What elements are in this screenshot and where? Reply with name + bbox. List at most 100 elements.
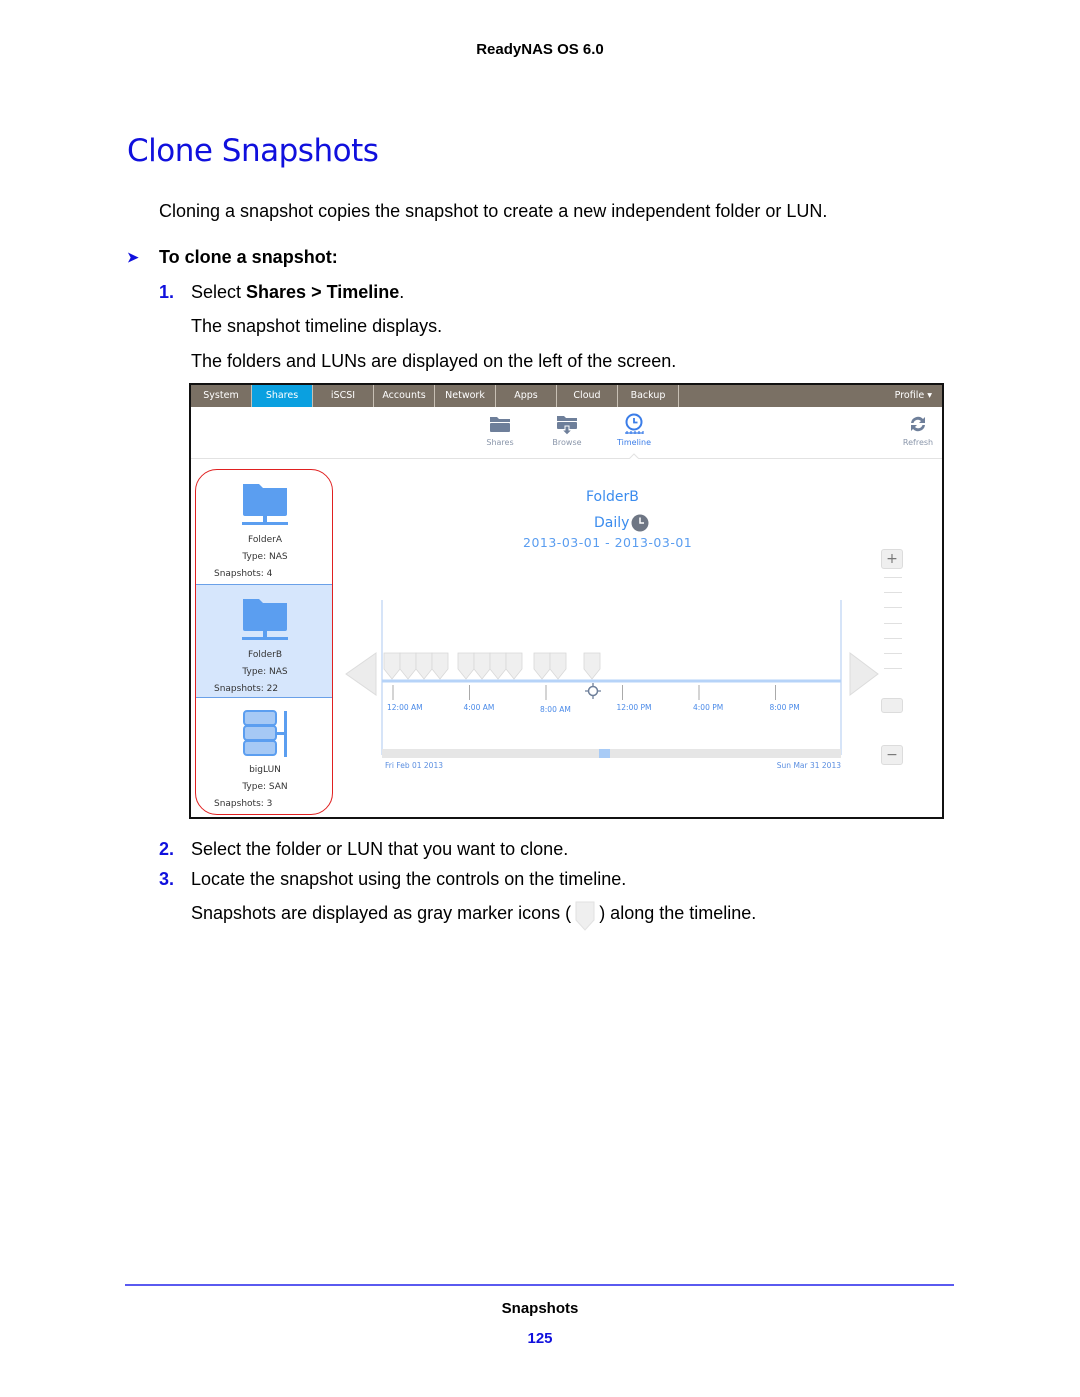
subnav-label: Browse: [552, 438, 582, 447]
volume-item-biglun[interactable]: bigLUN Type: SAN Snapshots: 3: [196, 700, 332, 814]
procedure-heading: ➤ To clone a snapshot:: [127, 247, 338, 268]
refresh-label: Refresh: [902, 438, 934, 447]
top-nav-bar: System Shares iSCSI Accounts Network App…: [191, 385, 942, 407]
snapshot-marker[interactable]: [431, 652, 449, 680]
snapshot-marker[interactable]: [383, 652, 401, 680]
snapshot-marker[interactable]: [505, 652, 523, 680]
time-tick-label: 8:00 AM: [540, 705, 571, 714]
snapshot-marker[interactable]: [549, 652, 567, 680]
timeline-prev-arrow[interactable]: [345, 652, 377, 696]
volume-name: FolderB: [248, 650, 282, 660]
timeline-screenshot: System Shares iSCSI Accounts Network App…: [189, 383, 944, 819]
step-number: 3.: [159, 869, 175, 889]
footer-rule: [125, 1284, 954, 1286]
folder-network-icon: [242, 484, 288, 525]
page-number: 125: [527, 1330, 553, 1347]
snapshot-marker[interactable]: [457, 652, 475, 680]
subnav-label: Shares: [486, 438, 514, 447]
volume-snapshot-count: Snapshots: 3: [214, 799, 273, 809]
snapshot-marker[interactable]: [415, 652, 433, 680]
volume-name: FolderA: [248, 535, 282, 545]
overview-start-date: Fri Feb 01 2013: [385, 761, 443, 770]
page-title: Clone Snapshots: [127, 133, 379, 169]
nav-tab-system[interactable]: System: [191, 385, 252, 407]
zoom-tick: [884, 637, 902, 639]
volume-item-folderb[interactable]: FolderB Type: NAS Snapshots: 22: [196, 584, 332, 698]
snapshot-marker[interactable]: [583, 652, 601, 680]
frequency-label: Daily: [594, 515, 630, 531]
step-1: 1. Select Shares > Timeline.: [159, 282, 404, 303]
step-1-note-1: The snapshot timeline displays.: [191, 316, 443, 336]
clock-icon: [625, 413, 644, 434]
volume-snapshot-count: Snapshots: 22: [214, 684, 279, 694]
profile-menu[interactable]: Profile ▾: [895, 385, 932, 407]
subnav-label: Timeline: [616, 438, 651, 447]
nav-tab-shares[interactable]: Shares: [252, 385, 313, 407]
zoom-in-button[interactable]: +: [881, 549, 903, 569]
timeline-title: FolderB: [586, 489, 639, 505]
intro-paragraph: Cloning a snapshot copies the snapshot t…: [159, 201, 828, 221]
volume-name: bigLUN: [249, 765, 281, 775]
volume-snapshot-count: Snapshots: 4: [214, 569, 273, 579]
lun-icon: [243, 710, 287, 757]
zoom-out-button[interactable]: −: [881, 745, 903, 765]
note-text-post: ) along the timeline.: [599, 903, 757, 923]
subnav-browse[interactable]: Browse: [542, 413, 592, 447]
folder-icon: [490, 417, 510, 432]
zoom-tick: [884, 622, 902, 624]
snapshot-marker[interactable]: [533, 652, 551, 680]
step-text: Locate the snapshot using the controls o…: [191, 869, 627, 889]
volume-type: Type: SAN: [242, 782, 288, 792]
nav-tab-network[interactable]: Network: [435, 385, 496, 407]
overview-scroll-thumb[interactable]: [599, 749, 610, 758]
refresh-button[interactable]: Refresh: [893, 413, 942, 447]
sub-nav-bar: Shares Browse Timeline Refresh: [191, 407, 942, 459]
volume-item-foldera[interactable]: FolderA Type: NAS Snapshots: 4: [196, 470, 332, 584]
timeline-next-arrow[interactable]: [849, 652, 879, 696]
timeline-frequency[interactable]: Daily: [594, 514, 649, 532]
nav-tab-accounts[interactable]: Accounts: [374, 385, 435, 407]
step-text-post: .: [399, 282, 405, 302]
snapshot-marker[interactable]: [473, 652, 491, 680]
step-3-note: Snapshots are displayed as gray marker i…: [191, 901, 757, 931]
time-tick-label: 4:00 PM: [693, 703, 723, 712]
timeline-date-range: 2013-03-01 - 2013-03-01: [523, 535, 693, 550]
nav-tab-iscsi[interactable]: iSCSI: [313, 385, 374, 407]
nav-tab-cloud[interactable]: Cloud: [557, 385, 618, 407]
step-1-note-2: The folders and LUNs are displayed on th…: [191, 351, 677, 371]
running-header: ReadyNAS OS 6.0: [476, 41, 604, 58]
volume-type: Type: NAS: [242, 552, 288, 562]
browse-icon: [557, 416, 577, 435]
note-text-pre: Snapshots are displayed as gray marker i…: [191, 903, 572, 923]
current-position-crosshair-icon[interactable]: [585, 683, 601, 699]
arrow-bullet-icon: ➤: [127, 249, 139, 265]
nav-tab-backup[interactable]: Backup: [618, 385, 679, 407]
nav-tab-apps[interactable]: Apps: [496, 385, 557, 407]
overview-end-date: Sun Mar 31 2013: [777, 761, 841, 770]
time-tick-label: 12:00 PM: [617, 703, 652, 712]
timeline-area: 12:00 AM 4:00 AM 8:00 AM 12:00 PM 4:00 PM 8:0…: [345, 600, 879, 770]
step-text-bold: Shares > Timeline: [246, 282, 400, 302]
refresh-icon: [911, 416, 925, 432]
step-text: Select Shares > Timeline.: [191, 282, 404, 303]
snapshot-marker[interactable]: [399, 652, 417, 680]
time-tick-label: 8:00 PM: [770, 703, 800, 712]
zoom-tick: [884, 577, 902, 578]
step-2: 2. Select the folder or LUN that you wan…: [159, 839, 568, 860]
subnav-timeline[interactable]: Timeline: [609, 413, 659, 447]
procedure-heading-text: To clone a snapshot:: [159, 247, 338, 267]
step-number: 1.: [159, 282, 175, 302]
zoom-handle[interactable]: [881, 698, 903, 713]
step-number: 2.: [159, 839, 175, 859]
snapshot-marker[interactable]: [489, 652, 507, 680]
snapshot-marker-icon: [575, 901, 595, 931]
overview-scrollbar[interactable]: [382, 749, 841, 758]
subnav-shares[interactable]: Shares: [475, 413, 525, 447]
step-text: Select the folder or LUN that you want t…: [191, 839, 569, 859]
clock-icon: [631, 514, 649, 532]
zoom-tick: [884, 668, 902, 670]
zoom-tick: [884, 592, 902, 594]
zoom-tick: [884, 607, 902, 609]
volume-list: FolderA Type: NAS Snapshots: 4 FolderB T…: [195, 469, 333, 815]
time-tick-label: 12:00 AM: [387, 703, 423, 712]
